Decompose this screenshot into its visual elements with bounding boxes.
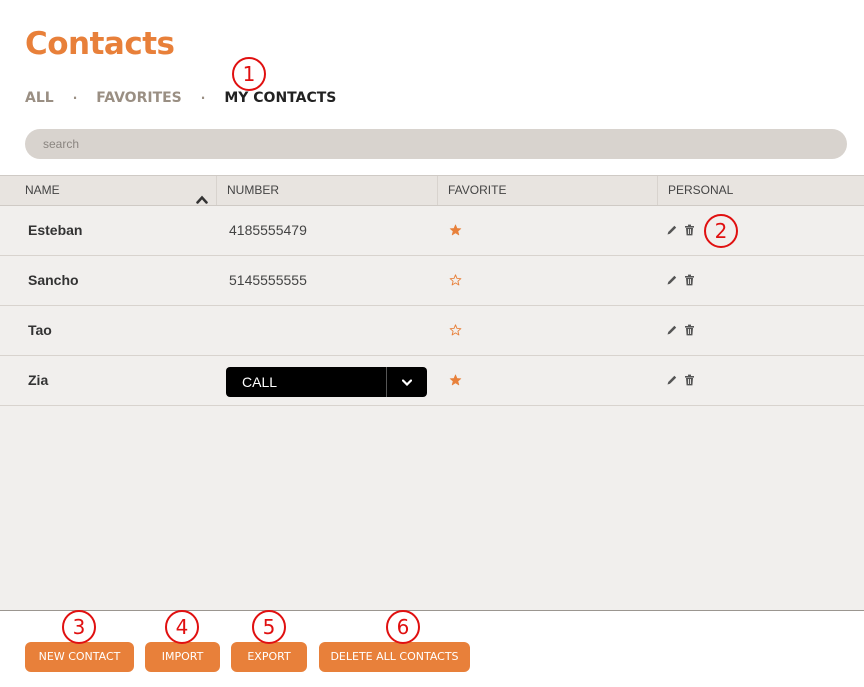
annotation-marker-3: 3 (62, 610, 96, 644)
row-actions (666, 224, 695, 238)
tab-my-contacts[interactable]: MY CONTACTS (224, 90, 336, 106)
export-button[interactable]: EXPORT (231, 642, 307, 672)
trash-icon[interactable] (684, 374, 695, 388)
contact-name: Sancho (28, 272, 79, 288)
contact-name: Zia (28, 372, 49, 388)
star-icon[interactable] (449, 273, 462, 289)
search-input[interactable] (25, 129, 847, 159)
pencil-icon[interactable] (666, 374, 678, 388)
star-icon[interactable] (449, 223, 462, 239)
column-header-number[interactable]: NUMBER (217, 176, 438, 205)
row-actions (666, 274, 695, 288)
row-actions (666, 374, 695, 388)
star-icon[interactable] (449, 323, 462, 339)
delete-all-contacts-button[interactable]: DELETE ALL CONTACTS (319, 642, 470, 672)
annotation-marker-1: 1 (232, 57, 266, 91)
contact-name: Tao (28, 322, 52, 338)
trash-icon[interactable] (684, 324, 695, 338)
column-header-name[interactable]: NAME (15, 176, 217, 205)
annotation-marker-4: 4 (165, 610, 199, 644)
annotation-marker-2: 2 (704, 214, 738, 248)
column-header-label: NAME (25, 183, 60, 197)
row-actions (666, 324, 695, 338)
contact-name: Esteban (28, 222, 83, 238)
table-row[interactable]: Zia CALL (0, 356, 864, 406)
tab-separator: · (72, 91, 78, 105)
contact-number[interactable]: 5145555555 (229, 256, 307, 305)
page-title: Contacts (25, 26, 175, 62)
column-header-favorite[interactable]: FAVORITE (438, 176, 658, 205)
pencil-icon[interactable] (666, 224, 678, 238)
table-row[interactable]: Sancho 5145555555 (0, 256, 864, 306)
column-header-personal[interactable]: PERSONAL (658, 176, 864, 205)
call-split-button: CALL (226, 367, 427, 397)
annotation-marker-6: 6 (386, 610, 420, 644)
contact-number[interactable]: 4185555479 (229, 206, 307, 255)
trash-icon[interactable] (684, 274, 695, 288)
pencil-icon[interactable] (666, 274, 678, 288)
trash-icon[interactable] (684, 224, 695, 238)
pencil-icon[interactable] (666, 324, 678, 338)
chevron-down-icon[interactable] (387, 367, 427, 397)
tab-all[interactable]: ALL (25, 90, 54, 106)
filter-tabs: ALL · FAVORITES · MY CONTACTS (25, 90, 336, 106)
call-button[interactable]: CALL (226, 367, 387, 397)
table-header: NAME NUMBER FAVORITE PERSONAL (0, 176, 864, 206)
import-button[interactable]: IMPORT (145, 642, 220, 672)
star-icon[interactable] (449, 373, 462, 389)
tab-separator: · (200, 91, 206, 105)
tab-favorites[interactable]: FAVORITES (96, 90, 182, 106)
table-row[interactable]: Tao (0, 306, 864, 356)
annotation-marker-5: 5 (252, 610, 286, 644)
new-contact-button[interactable]: NEW CONTACT (25, 642, 134, 672)
